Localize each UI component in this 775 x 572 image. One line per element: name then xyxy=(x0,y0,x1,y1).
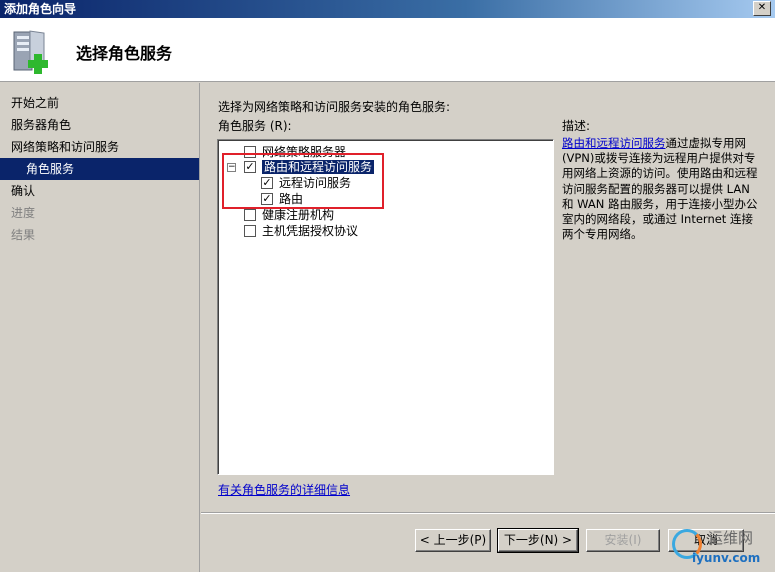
window-title: 添加角色向导 xyxy=(4,2,77,16)
install-button: 安装(I) xyxy=(586,529,660,552)
divider xyxy=(201,512,775,514)
checkbox-hra[interactable] xyxy=(244,208,256,221)
list-item[interactable]: 健康注册机构 xyxy=(244,207,334,223)
instruction-text: 选择为网络策略和访问服务安装的角色服务: xyxy=(218,100,451,114)
wizard-header: 选择角色服务 xyxy=(0,18,775,82)
checkbox-hcap[interactable] xyxy=(244,224,256,237)
list-item[interactable]: 主机凭据授权协议 xyxy=(244,223,358,239)
role-services-label: 角色服务 (R): xyxy=(218,119,292,133)
description-label: 描述: xyxy=(562,119,591,133)
page-title: 选择角色服务 xyxy=(76,44,173,63)
step-progress: 进度 xyxy=(11,206,36,220)
description-text: 路由和远程访问服务通过虚拟专用网(VPN)或拨号连接为远程用户提供对专用网络上资… xyxy=(562,136,758,242)
main-content: 选择为网络策略和访问服务安装的角色服务: 角色服务 (R): 网络策略服务器 −… xyxy=(201,83,775,572)
server-add-icon xyxy=(8,24,60,76)
step-nps[interactable]: 网络策略和访问服务 xyxy=(0,136,199,158)
step-confirmation[interactable]: 确认 xyxy=(0,180,199,202)
window-titlebar[interactable]: 添加角色向导 ✕ xyxy=(0,0,775,18)
back-button[interactable]: < 上一步(P) xyxy=(415,529,491,552)
step-before-you-begin[interactable]: 开始之前 xyxy=(0,92,199,114)
step-role-services[interactable]: 角色服务 xyxy=(0,158,199,180)
wizard-steps: 开始之前 服务器角色 网络策略和访问服务 角色服务 确认 进度 结果 xyxy=(0,83,200,572)
close-button[interactable]: ✕ xyxy=(753,1,771,16)
step-results: 结果 xyxy=(11,228,36,242)
watermark-logo: 运维网 iyunv.com xyxy=(668,527,775,572)
more-info-link[interactable]: 有关角色服务的详细信息 xyxy=(218,481,350,498)
step-server-roles[interactable]: 服务器角色 xyxy=(0,114,199,136)
next-button[interactable]: 下一步(N) > xyxy=(497,528,579,553)
description-link[interactable]: 路由和远程访问服务 xyxy=(562,136,666,150)
highlight-annotation xyxy=(222,153,384,209)
